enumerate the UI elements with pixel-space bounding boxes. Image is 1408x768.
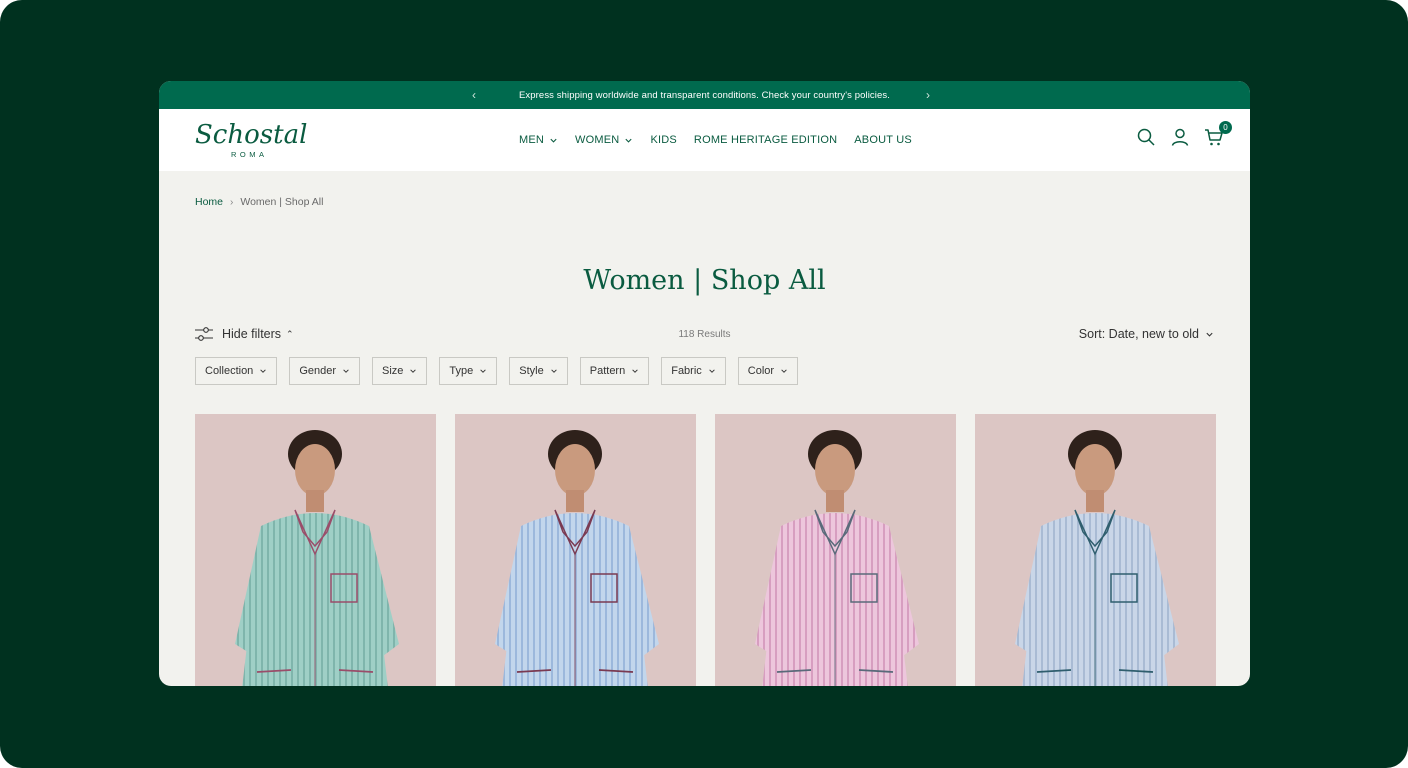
- logo-script: Schostal: [195, 120, 308, 150]
- nav-item-rome-heritage[interactable]: ROME HERITAGE EDITION: [694, 134, 837, 146]
- sort-dropdown[interactable]: Sort: Date, new to old: [1079, 327, 1214, 341]
- chevron-down-icon: [625, 138, 633, 143]
- chevron-right-icon[interactable]: ›: [926, 87, 930, 103]
- cart-icon[interactable]: 0: [1204, 121, 1232, 147]
- filter-label: Fabric: [671, 365, 702, 377]
- main-nav: MEN WOMEN KIDS ROME HERITAGE EDITION ABO…: [519, 109, 912, 171]
- filter-label: Size: [382, 365, 404, 377]
- chevron-down-icon: [632, 369, 638, 373]
- filter-color[interactable]: Color: [737, 357, 799, 385]
- product-image: [715, 414, 956, 686]
- browser-window: ‹ Express shipping worldwide and transpa…: [159, 81, 1250, 686]
- chevron-down-icon: [550, 138, 557, 143]
- chevron-down-icon: [343, 369, 349, 373]
- filter-chips: Collection Gender Size Type Style Patter…: [195, 357, 799, 385]
- chevron-down-icon: [781, 369, 787, 373]
- breadcrumb-separator-icon: ›: [230, 196, 234, 208]
- page-title: Women | Shop All: [583, 265, 826, 297]
- chevron-down-icon: [709, 369, 715, 373]
- site-header: Schostal ROMA MEN WOMEN KIDS ROME HERITA…: [159, 109, 1250, 171]
- filter-label: Pattern: [589, 365, 626, 377]
- chevron-down-icon: [480, 369, 487, 373]
- filter-label: Color: [747, 365, 775, 377]
- filter-pattern[interactable]: Pattern: [579, 357, 650, 385]
- product-card[interactable]: [715, 414, 956, 686]
- cart-count-badge: 0: [1219, 121, 1232, 134]
- breadcrumb: Home › Women | Shop All: [195, 196, 323, 208]
- filter-style[interactable]: Style: [509, 357, 568, 385]
- chevron-down-icon: [260, 369, 267, 373]
- brand-logo[interactable]: Schostal ROMA: [195, 120, 308, 160]
- nav-item-men[interactable]: MEN: [519, 134, 558, 146]
- announcement-text: Express shipping worldwide and transpare…: [519, 89, 890, 101]
- sort-label: Sort: Date, new to old: [1078, 327, 1199, 341]
- filter-label: Gender: [299, 365, 337, 377]
- nav-label: MEN: [519, 134, 545, 146]
- filter-label: Style: [519, 365, 544, 377]
- chevron-left-icon[interactable]: ‹: [472, 87, 476, 103]
- filter-label: Type: [449, 365, 474, 377]
- user-icon[interactable]: [1170, 127, 1190, 147]
- chevron-down-icon: [551, 369, 557, 373]
- filter-collection[interactable]: Collection: [195, 357, 278, 385]
- chevron-down-icon: [1206, 332, 1213, 337]
- product-image: [195, 414, 436, 686]
- product-card[interactable]: [195, 414, 436, 686]
- filter-type[interactable]: Type: [439, 357, 498, 385]
- nav-item-women[interactable]: WOMEN: [575, 134, 633, 146]
- header-actions: 0: [1136, 121, 1232, 147]
- nav-label: KIDS: [650, 134, 677, 146]
- nav-item-kids[interactable]: KIDS: [650, 134, 676, 146]
- filter-size[interactable]: Size: [372, 357, 428, 385]
- nav-label: ROME HERITAGE EDITION: [693, 134, 838, 146]
- announcement-bar: ‹ Express shipping worldwide and transpa…: [159, 81, 1250, 109]
- chevron-down-icon: [410, 369, 417, 373]
- nav-label: WOMEN: [575, 134, 620, 146]
- product-grid: [195, 414, 1216, 686]
- nav-label: ABOUT US: [854, 134, 912, 146]
- filter-fabric[interactable]: Fabric: [661, 357, 726, 385]
- logo-sub: ROMA: [231, 150, 268, 159]
- product-image: [975, 414, 1216, 686]
- outer-frame: ‹ Express shipping worldwide and transpa…: [0, 0, 1408, 768]
- product-image: [455, 414, 696, 686]
- product-card[interactable]: [455, 414, 696, 686]
- filter-label: Collection: [205, 365, 254, 377]
- breadcrumb-current: Women | Shop All: [240, 196, 324, 208]
- nav-item-about[interactable]: ABOUT US: [854, 134, 912, 146]
- filter-gender[interactable]: Gender: [289, 357, 361, 385]
- search-icon[interactable]: [1136, 127, 1156, 147]
- product-card[interactable]: [975, 414, 1216, 686]
- breadcrumb-home[interactable]: Home: [195, 196, 223, 208]
